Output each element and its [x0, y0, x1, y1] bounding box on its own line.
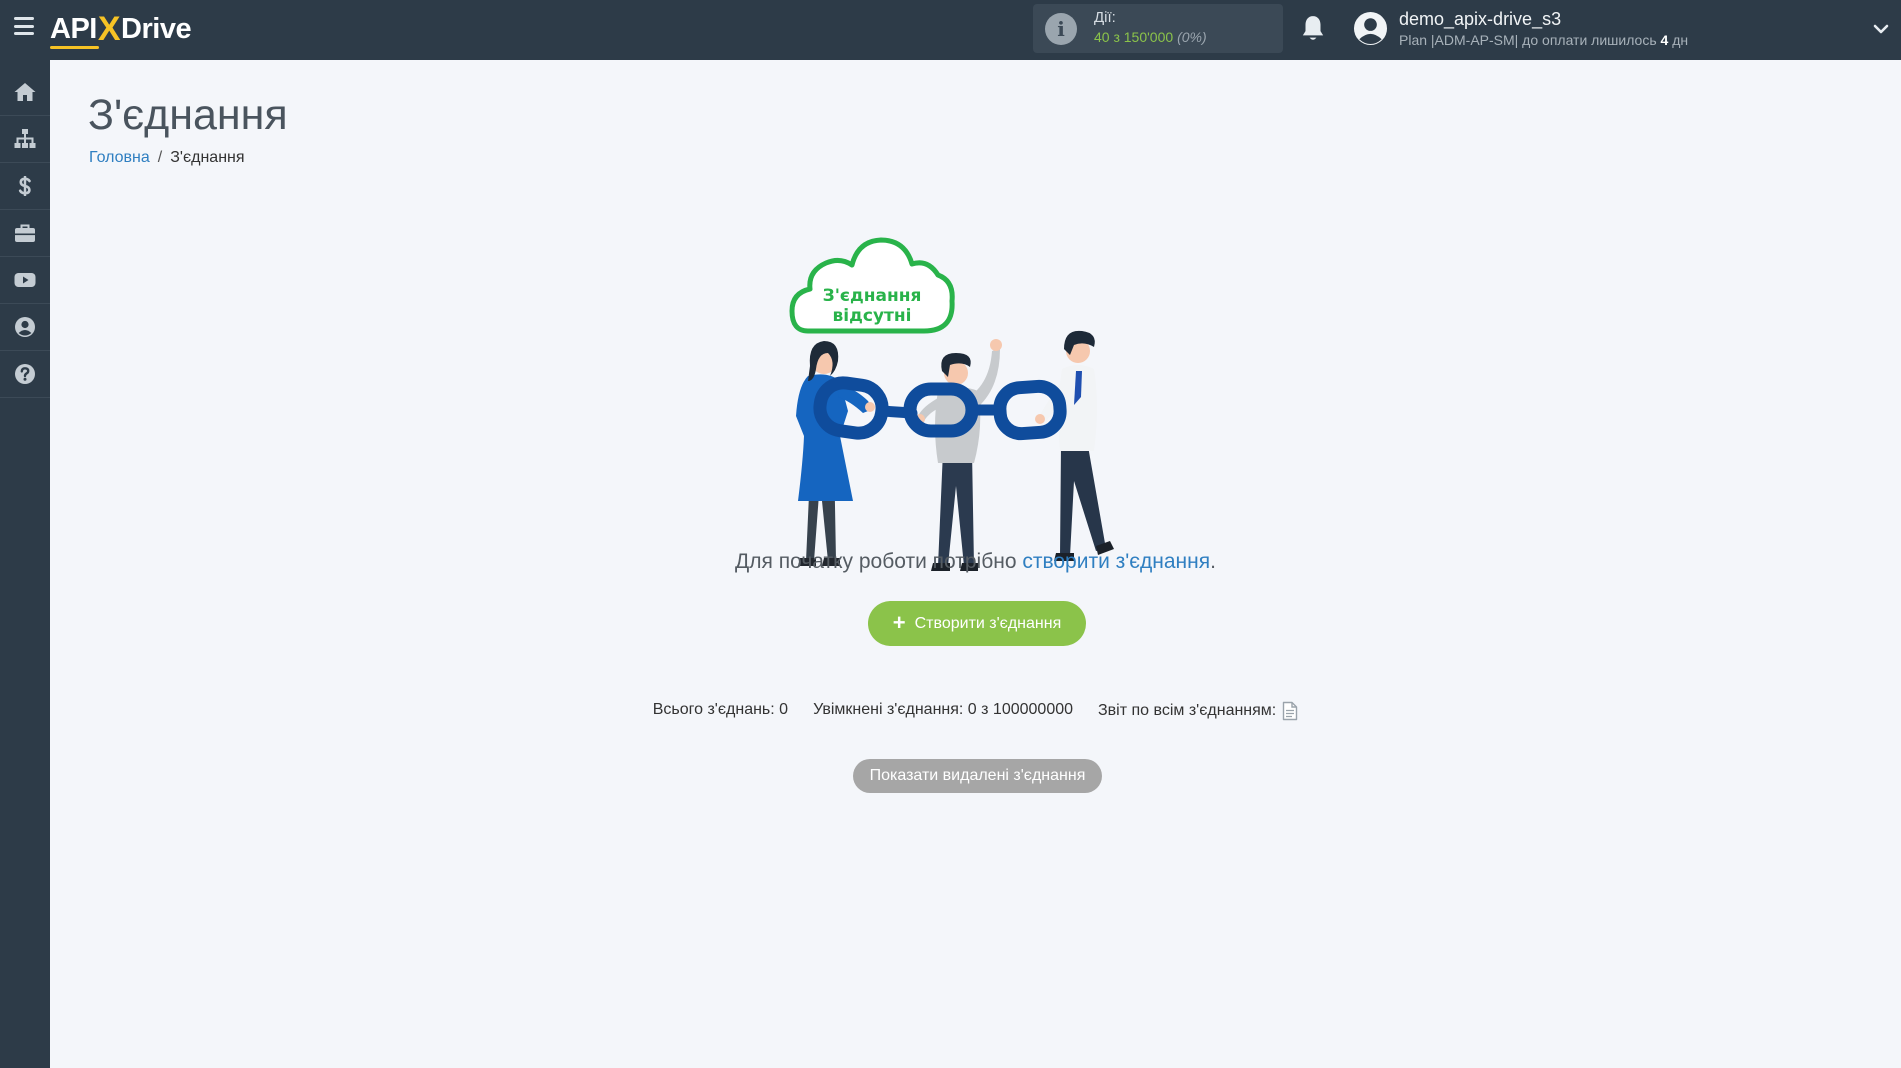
user-avatar-icon[interactable]: [1353, 11, 1388, 46]
show-deleted-connections-button[interactable]: Показати видалені з'єднання: [853, 759, 1102, 793]
actions-count-value: 40 з 150'000: [1094, 29, 1174, 45]
cloud-text-line2: відсутні: [833, 306, 912, 326]
sidebar-item-connections[interactable]: [0, 116, 50, 163]
report-all-connections: Звіт по всім з'єднанням:: [1098, 701, 1298, 721]
breadcrumb-home-link[interactable]: Головна: [89, 149, 150, 167]
menu-toggle-icon[interactable]: [14, 17, 34, 35]
notifications-bell-icon[interactable]: [1300, 14, 1326, 44]
breadcrumb: Головна / З'єднання: [89, 149, 245, 167]
briefcase-icon: [15, 224, 35, 242]
user-plan-days-suffix: дн: [1668, 32, 1689, 48]
actions-counter[interactable]: i Дії: 40 з 150'000 (0%): [1033, 4, 1283, 53]
logo-x: X: [97, 9, 121, 48]
user-plan: Plan |ADM-AP-SM| до оплати лишилось 4 дн: [1399, 32, 1688, 48]
logo-api: API: [50, 12, 99, 49]
question-circle-icon: [15, 364, 35, 384]
sidebar-item-services[interactable]: [0, 210, 50, 257]
actions-count: 40 з 150'000 (0%): [1094, 29, 1207, 45]
sidebar-item-account[interactable]: [0, 304, 50, 351]
sidebar-item-billing[interactable]: [0, 163, 50, 210]
empty-state-hint: Для початку роботи потрібно створити з'є…: [50, 550, 1901, 574]
document-icon[interactable]: [1282, 701, 1298, 721]
chevron-down-icon[interactable]: [1872, 20, 1890, 38]
connection-stats: Всього з'єднань: 0 Увімкнені з'єднання: …: [50, 701, 1901, 721]
create-connection-link[interactable]: створити з'єднання: [1022, 550, 1210, 573]
total-connections: Всього з'єднань: 0: [652, 701, 789, 718]
sidebar-item-videos[interactable]: [0, 257, 50, 304]
enabled-connections: Увімкнені з'єднання: 0 з 100000000: [813, 701, 1074, 718]
sidebar: [0, 60, 50, 1068]
hint-prefix: Для початку роботи потрібно: [735, 550, 1023, 573]
create-connection-label: Створити з'єднання: [914, 614, 1062, 632]
top-bar: API X Drive i Дії: 40 з 150'000 (0%) demo_…: [0, 0, 1901, 60]
person-woman-figure: [796, 341, 875, 566]
youtube-icon: [14, 273, 36, 287]
person-right-figure: [1035, 330, 1114, 561]
cloud-text-line1: З'єднання: [823, 286, 922, 306]
plus-icon: +: [892, 609, 906, 635]
main-content: З'єднання Головна / З'єднання З'єднання …: [50, 60, 1901, 1068]
actions-label: Дії:: [1094, 9, 1116, 26]
apixdrive-logo[interactable]: API X Drive: [50, 9, 192, 49]
page-title: З'єднання: [88, 91, 288, 139]
person-middle-figure: [915, 339, 1002, 571]
user-plan-text: Plan |ADM-AP-SM| до оплати лишилось: [1399, 32, 1661, 48]
home-icon: [14, 83, 36, 101]
breadcrumb-current: З'єднання: [170, 149, 245, 166]
cloud-badge: З'єднання відсутні: [789, 237, 955, 334]
empty-connections-illustration: З'єднання відсутні: [789, 237, 1114, 571]
info-icon: i: [1045, 13, 1077, 45]
hint-suffix: .: [1210, 550, 1216, 573]
user-circle-icon: [15, 317, 35, 337]
dollar-icon: [18, 176, 31, 196]
actions-percent: (0%): [1177, 29, 1207, 45]
create-connection-button[interactable]: + Створити з'єднання: [868, 601, 1086, 646]
user-name[interactable]: demo_apix-drive_s3: [1399, 9, 1561, 30]
breadcrumb-separator: /: [157, 149, 163, 166]
sitemap-icon: [14, 129, 36, 148]
sidebar-item-home[interactable]: [0, 69, 50, 116]
sidebar-item-help[interactable]: [0, 351, 50, 398]
logo-drive: Drive: [121, 12, 192, 45]
report-label: Звіт по всім з'єднанням:: [1098, 702, 1277, 719]
